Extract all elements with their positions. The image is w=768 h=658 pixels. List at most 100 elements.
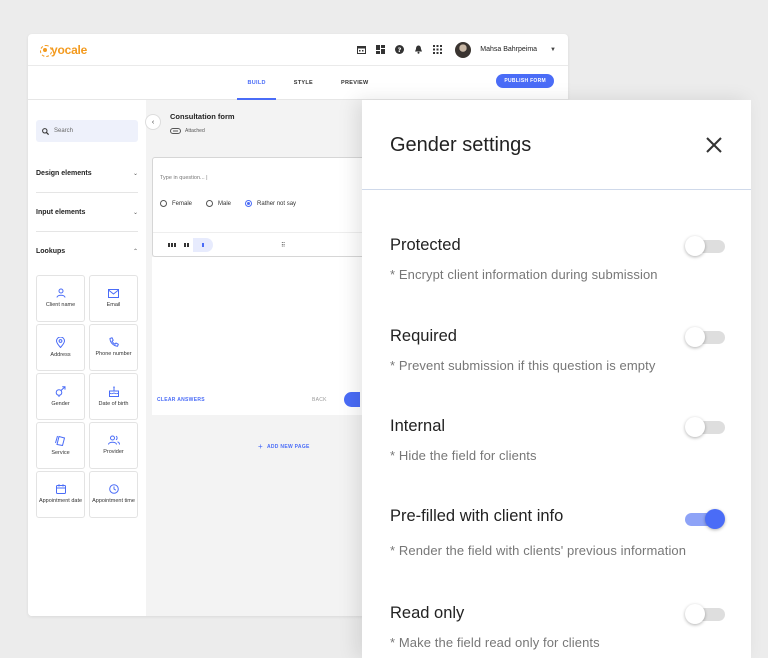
- bars-icon: [168, 242, 176, 247]
- tab-style[interactable]: STYLE: [280, 66, 327, 99]
- setting-label: Internal: [390, 417, 446, 435]
- dashboard-icon[interactable]: [375, 45, 385, 55]
- lookup-label: Phone number: [95, 351, 132, 357]
- toggle-knob: [685, 327, 705, 347]
- add-page-label: ADD NEW PAGE: [266, 443, 310, 450]
- lookup-label: Address: [50, 351, 71, 358]
- protected-toggle[interactable]: [685, 236, 725, 256]
- calendar-icon[interactable]: [356, 45, 366, 55]
- prefilled-toggle[interactable]: [685, 509, 725, 529]
- lookup-label: Appointment time: [92, 498, 135, 504]
- lookup-phone-number[interactable]: Phone number: [89, 324, 138, 371]
- lookup-provider[interactable]: Provider: [89, 422, 138, 469]
- back-button[interactable]: BACK: [312, 397, 327, 403]
- gender-options: Female Male Rather not say: [160, 200, 296, 207]
- lookup-client-name[interactable]: Client name: [36, 275, 85, 322]
- top-bar: yocale ? Mahsa Bahrpeima ▼: [28, 34, 568, 66]
- width-half-button[interactable]: [179, 238, 193, 252]
- svg-text:?: ?: [397, 46, 401, 54]
- user-menu-caret-icon[interactable]: ▼: [550, 47, 556, 53]
- search-placeholder: Search: [54, 128, 74, 134]
- toggle-knob: [685, 604, 705, 624]
- section-design-elements[interactable]: Design elements ⌄: [36, 154, 138, 193]
- lookup-gender[interactable]: Gender: [36, 373, 85, 420]
- lookup-label: Client name: [45, 302, 76, 308]
- lookup-appointment-time[interactable]: Appointment time: [89, 471, 138, 518]
- link-icon: [170, 128, 181, 134]
- setting-description: * Render the field with clients' previou…: [390, 543, 687, 558]
- help-icon[interactable]: ?: [394, 45, 404, 55]
- option-label: Female: [172, 200, 193, 207]
- lookup-address[interactable]: Address: [36, 324, 85, 371]
- radio-circle: [206, 200, 214, 207]
- setting-label: Required: [390, 327, 457, 345]
- lookup-grid: Client name Email Address Phone number G…: [36, 275, 138, 518]
- next-button[interactable]: [344, 392, 360, 407]
- setting-label: Pre-filled with client info: [390, 507, 564, 525]
- read-only-toggle[interactable]: [685, 604, 725, 624]
- width-third-button[interactable]: [193, 237, 213, 252]
- lookup-email[interactable]: Email: [89, 275, 138, 322]
- people-icon: [107, 435, 120, 445]
- bars-icon: [202, 242, 204, 247]
- bars-icon: [183, 242, 189, 247]
- option-label: Male: [218, 200, 232, 207]
- setting-description: * Encrypt client information during subm…: [390, 267, 658, 282]
- chevron-left-icon: ‹: [151, 118, 155, 126]
- section-lookups[interactable]: Lookups ⌃: [36, 232, 138, 271]
- lookup-label: Date of birth: [98, 400, 129, 407]
- lookup-label: Appointment date: [38, 498, 83, 504]
- section-input-elements[interactable]: Input elements ⌄: [36, 193, 138, 232]
- option-rather-not-say[interactable]: Rather not say: [245, 200, 296, 207]
- lookup-appointment-date[interactable]: Appointment date: [36, 471, 85, 518]
- builder-tabs-bar: BUILD STYLE PREVIEW PUBLISH FORM: [28, 66, 568, 100]
- collapse-sidebar-button[interactable]: ‹: [145, 114, 161, 130]
- search-input[interactable]: Search: [36, 120, 138, 142]
- setting-read-only: Read only * Make the field read only for…: [390, 604, 725, 650]
- form-title[interactable]: Consultation form: [170, 112, 235, 121]
- panel-header: Gender settings: [362, 100, 751, 190]
- chevron-down-icon: ⌄: [132, 170, 138, 177]
- lookup-label: Service: [51, 449, 70, 456]
- close-icon[interactable]: [703, 134, 725, 156]
- lookup-service[interactable]: Service: [36, 422, 85, 469]
- toggle-knob: [685, 417, 705, 437]
- logo-sun-icon: [40, 44, 52, 57]
- apps-grid-icon[interactable]: [432, 45, 442, 55]
- search-icon: [42, 127, 49, 135]
- setting-description: * Make the field read only for clients: [390, 635, 600, 650]
- attachment-indicator[interactable]: Attached: [170, 128, 205, 134]
- chevron-up-icon: ⌃: [132, 249, 138, 255]
- drag-handle-icon[interactable]: ⠿: [281, 242, 286, 249]
- setting-required: Required * Prevent submission if this qu…: [390, 327, 725, 373]
- section-label: Input elements: [36, 208, 86, 216]
- elements-sidebar: Search Design elements ⌄ Input elements …: [28, 100, 146, 616]
- tab-preview[interactable]: PREVIEW: [327, 66, 382, 99]
- person-icon: [56, 288, 65, 298]
- clear-answers-button[interactable]: CLEAR ANSWERS: [157, 397, 205, 403]
- option-female[interactable]: Female: [160, 200, 192, 207]
- lookup-label: Provider: [103, 449, 124, 455]
- radio-circle: [160, 200, 167, 207]
- avatar[interactable]: [455, 41, 472, 58]
- mail-icon: [108, 288, 119, 298]
- gender-icon: [55, 385, 66, 397]
- user-name[interactable]: Mahsa Bahrpeima: [480, 46, 537, 53]
- publish-form-button[interactable]: PUBLISH FORM: [496, 74, 554, 88]
- panel-title: Gender settings: [390, 134, 532, 156]
- calendar-icon: [55, 484, 66, 494]
- lookup-date-of-birth[interactable]: Date of birth: [89, 373, 138, 420]
- setting-prefilled: Pre-filled with client info * Render the…: [390, 507, 725, 558]
- option-male[interactable]: Male: [206, 200, 231, 207]
- add-new-page-button[interactable]: + ADD NEW PAGE: [258, 442, 310, 451]
- notification-bell-icon[interactable]: [413, 45, 423, 55]
- internal-toggle[interactable]: [685, 417, 725, 437]
- tab-build[interactable]: BUILD: [233, 66, 279, 100]
- plus-icon: +: [258, 442, 263, 451]
- logo[interactable]: yocale: [40, 43, 87, 57]
- question-input[interactable]: Type in question... |: [160, 175, 208, 181]
- width-full-button[interactable]: [165, 238, 179, 252]
- required-toggle[interactable]: [685, 327, 725, 347]
- toggle-knob: [685, 236, 705, 256]
- clock-icon: [108, 484, 119, 494]
